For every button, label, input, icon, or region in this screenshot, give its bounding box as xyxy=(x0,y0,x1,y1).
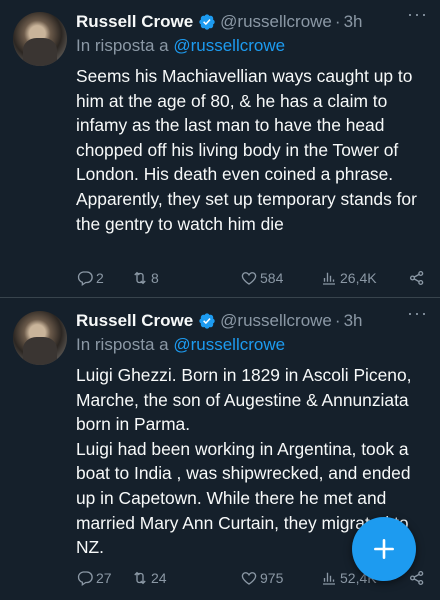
reply-icon xyxy=(77,571,93,587)
like-icon xyxy=(241,572,257,585)
tweet-paragraph: Apparently, they set up temporary stands… xyxy=(76,188,417,234)
reply-count: 27 xyxy=(96,570,112,586)
reply-mention-link[interactable]: @russellcrowe xyxy=(173,335,285,354)
reply-mention-link[interactable]: @russellcrowe xyxy=(173,36,285,55)
retweet-icon xyxy=(134,571,146,585)
like-count: 975 xyxy=(260,570,284,586)
author-name[interactable]: Russell Crowe xyxy=(76,12,193,32)
verified-badge-icon xyxy=(199,313,215,329)
separator-dot: · xyxy=(334,311,341,330)
views-icon xyxy=(323,272,335,285)
more-icon[interactable]: ··· xyxy=(407,4,428,25)
author-handle[interactable]: @russellcrowe xyxy=(220,12,332,32)
compose-plus-icon xyxy=(374,539,394,559)
views-icon xyxy=(323,572,335,585)
tweet-text: Seems his Machiavellian ways caught up t… xyxy=(76,64,432,236)
views-count: 26,4K xyxy=(340,270,377,286)
timestamp[interactable]: 3h xyxy=(344,311,363,331)
reply-context: In risposta a @russellcrowe xyxy=(76,36,285,56)
retweet-icon xyxy=(134,271,146,285)
like-icon xyxy=(241,272,257,285)
reply-context: In risposta a @russellcrowe xyxy=(76,335,285,355)
reply-prefix: In risposta a xyxy=(76,335,169,354)
timestamp[interactable]: 3h xyxy=(344,12,363,32)
retweet-count: 8 xyxy=(151,270,159,286)
tweet-paragraph: Luigi Ghezzi. Born in 1829 in Ascoli Pic… xyxy=(76,365,412,435)
like-button[interactable]: 975 xyxy=(240,569,283,587)
tweet-paragraph: Seems his Machiavellian ways caught up t… xyxy=(76,66,413,185)
tweet-1[interactable]: Russell Crowe @russellcrowe · 3h ··· In … xyxy=(0,0,440,298)
share-icon xyxy=(409,570,424,586)
tweet-header: Russell Crowe @russellcrowe · 3h xyxy=(76,10,428,34)
separator-dot: · xyxy=(334,12,341,31)
like-button[interactable]: 584 xyxy=(240,269,283,287)
more-icon[interactable]: ··· xyxy=(407,303,428,324)
reply-prefix: In risposta a xyxy=(76,36,169,55)
reply-button[interactable]: 27 xyxy=(76,569,112,587)
retweet-button[interactable]: 8 xyxy=(131,269,159,287)
retweet-button[interactable]: 24 xyxy=(131,569,167,587)
share-button[interactable] xyxy=(408,569,428,587)
views-button[interactable]: 26,4K xyxy=(320,269,377,287)
reply-button[interactable]: 2 xyxy=(76,269,104,287)
reply-icon xyxy=(77,271,93,287)
author-name[interactable]: Russell Crowe xyxy=(76,311,193,331)
reply-count: 2 xyxy=(96,270,104,286)
avatar[interactable] xyxy=(13,12,67,66)
compose-button[interactable] xyxy=(352,517,416,581)
verified-badge-icon xyxy=(199,14,215,30)
like-count: 584 xyxy=(260,270,284,286)
share-icon xyxy=(409,270,424,286)
tweet-header: Russell Crowe @russellcrowe · 3h xyxy=(76,309,428,333)
action-bar: 2 8 584 26,4K xyxy=(76,267,428,289)
avatar[interactable] xyxy=(13,311,67,365)
retweet-count: 24 xyxy=(151,570,167,586)
author-handle[interactable]: @russellcrowe xyxy=(220,311,332,331)
share-button[interactable] xyxy=(408,269,428,287)
